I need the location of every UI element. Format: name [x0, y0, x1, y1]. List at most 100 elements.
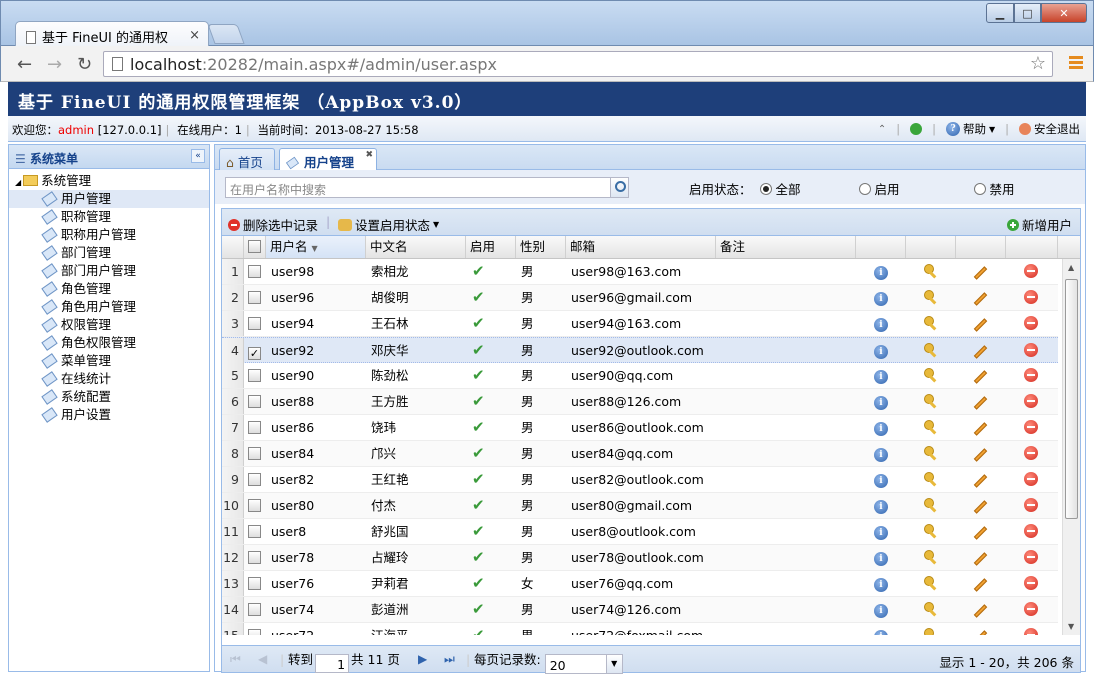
- table-row[interactable]: 9 user82 王红艳 ✔ 男 user82@outlook.com i: [222, 467, 1058, 493]
- row-checkbox[interactable]: [248, 519, 266, 544]
- col-username[interactable]: 用户名 ▼: [266, 236, 366, 258]
- table-row[interactable]: 3 user94 王石林 ✔ 男 user94@163.com i: [222, 311, 1058, 337]
- info-icon[interactable]: i: [874, 422, 888, 436]
- delete-icon[interactable]: [1024, 290, 1038, 304]
- key-icon[interactable]: [924, 628, 944, 635]
- key-icon[interactable]: [924, 576, 938, 590]
- pencil-icon[interactable]: [973, 422, 988, 436]
- table-row[interactable]: 13 user76 尹莉君 ✔ 女 user76@qq.com i: [222, 571, 1058, 597]
- checkbox[interactable]: [248, 577, 261, 590]
- row-checkbox[interactable]: [248, 415, 266, 440]
- radio-enabled[interactable]: 启用: [858, 179, 900, 198]
- checkbox[interactable]: [248, 317, 261, 330]
- delete-icon[interactable]: [1024, 316, 1038, 330]
- key-icon[interactable]: [924, 446, 938, 460]
- tree-item-menu-manage[interactable]: 菜单管理: [9, 352, 209, 370]
- key-icon[interactable]: [924, 602, 938, 616]
- key-icon[interactable]: [924, 550, 938, 564]
- checkbox[interactable]: [248, 473, 261, 486]
- add-user-button[interactable]: 新增用户: [1006, 215, 1072, 234]
- row-checkbox[interactable]: [248, 545, 266, 570]
- info-icon[interactable]: i: [874, 448, 888, 462]
- delete-icon[interactable]: [1024, 628, 1038, 635]
- edit-pencil-icon[interactable]: [973, 628, 995, 635]
- checkbox[interactable]: [248, 265, 261, 278]
- info-icon[interactable]: i: [874, 345, 888, 359]
- delete-icon[interactable]: [1024, 576, 1038, 590]
- pencil-icon[interactable]: [973, 370, 988, 384]
- checkbox[interactable]: ✓: [248, 347, 261, 360]
- table-row[interactable]: 8 user84 邝兴 ✔ 男 user84@qq.com i: [222, 441, 1058, 467]
- radio-disabled[interactable]: 禁用: [973, 179, 1015, 198]
- tree-item-system-config[interactable]: 系统配置: [9, 388, 209, 406]
- bookmark-star-icon[interactable]: ☆: [1030, 53, 1046, 74]
- tree-item-dept-manage[interactable]: 部门管理: [9, 244, 209, 262]
- table-row[interactable]: 6 user88 王方胜 ✔ 男 user88@126.com i: [222, 389, 1058, 415]
- back-arrow-icon[interactable]: ←: [17, 54, 32, 75]
- close-tab-icon[interactable]: ×: [189, 28, 200, 43]
- pencil-icon[interactable]: [973, 604, 988, 618]
- delete-icon[interactable]: [1024, 368, 1038, 382]
- row-checkbox[interactable]: [248, 623, 266, 635]
- checkbox[interactable]: [248, 395, 261, 408]
- table-row[interactable]: 10 user80 付杰 ✔ 男 user80@gmail.com i: [222, 493, 1058, 519]
- next-page-icon[interactable]: ▶: [418, 652, 427, 666]
- tree-item-title-user[interactable]: 职称用户管理: [9, 226, 209, 244]
- checkbox[interactable]: [248, 447, 261, 460]
- delete-icon[interactable]: [1024, 498, 1038, 512]
- pencil-icon[interactable]: [973, 266, 988, 280]
- radio-dot[interactable]: [973, 182, 986, 195]
- delete-icon[interactable]: [1024, 602, 1038, 616]
- checkbox[interactable]: [248, 369, 261, 382]
- key-icon[interactable]: [924, 498, 938, 512]
- pencil-icon[interactable]: [973, 500, 988, 514]
- key-icon[interactable]: [924, 343, 938, 357]
- info-icon[interactable]: i: [874, 370, 888, 384]
- info-icon[interactable]: i: [874, 266, 888, 280]
- radio-dot[interactable]: [759, 182, 772, 195]
- radio-dot[interactable]: [858, 182, 871, 195]
- radio-all[interactable]: 全部: [759, 179, 801, 198]
- tree-item-power-manage[interactable]: 权限管理: [9, 316, 209, 334]
- row-checkbox[interactable]: ✓: [248, 338, 266, 363]
- row-checkbox[interactable]: [248, 441, 266, 466]
- logout-button[interactable]: 安全退出: [1019, 121, 1080, 137]
- key-icon[interactable]: [924, 316, 938, 330]
- reload-icon[interactable]: ↻: [77, 54, 92, 75]
- address-bar[interactable]: localhost:20282/main.aspx#/admin/user.as…: [103, 51, 1053, 77]
- checkbox[interactable]: [248, 551, 261, 564]
- key-icon[interactable]: [924, 394, 938, 408]
- col-chinese-name[interactable]: 中文名: [366, 236, 466, 258]
- info-icon[interactable]: i: [874, 630, 888, 635]
- row-checkbox[interactable]: [248, 363, 266, 388]
- info-icon[interactable]: i: [874, 500, 888, 514]
- forward-arrow-icon[interactable]: →: [47, 54, 62, 75]
- info-icon[interactable]: i: [874, 318, 888, 332]
- info-icon[interactable]: i: [874, 292, 888, 306]
- row-checkbox[interactable]: [248, 597, 266, 622]
- pencil-icon[interactable]: [973, 526, 988, 540]
- prev-page-icon[interactable]: ◀: [258, 652, 267, 666]
- search-icon[interactable]: [610, 178, 628, 197]
- delete-icon[interactable]: [1024, 264, 1038, 278]
- info-icon[interactable]: i: [874, 578, 888, 592]
- table-row[interactable]: 5 user90 陈劲松 ✔ 男 user90@qq.com i: [222, 363, 1058, 389]
- checkbox[interactable]: [248, 629, 261, 635]
- pencil-icon[interactable]: [973, 448, 988, 462]
- tree-item-user-manage[interactable]: 用户管理: [9, 190, 209, 208]
- delete-icon[interactable]: [1024, 420, 1038, 434]
- row-checkbox[interactable]: [248, 259, 266, 284]
- help-button[interactable]: ? 帮助 ▼: [945, 121, 995, 137]
- refresh-icon[interactable]: [910, 123, 923, 135]
- pencil-icon[interactable]: [973, 578, 988, 592]
- col-remark[interactable]: 备注: [716, 236, 856, 258]
- tree-item-dept-user[interactable]: 部门用户管理: [9, 262, 209, 280]
- col-enabled[interactable]: 启用: [466, 236, 516, 258]
- key-icon[interactable]: [924, 628, 938, 635]
- table-row[interactable]: 11 user8 舒兆国 ✔ 男 user8@outlook.com i: [222, 519, 1058, 545]
- tree-item-user-settings[interactable]: 用户设置: [9, 406, 209, 424]
- pencil-icon[interactable]: [973, 345, 988, 359]
- tree-item-role-power[interactable]: 角色权限管理: [9, 334, 209, 352]
- info-icon[interactable]: i: [874, 604, 888, 618]
- tree-item-title-manage[interactable]: 职称管理: [9, 208, 209, 226]
